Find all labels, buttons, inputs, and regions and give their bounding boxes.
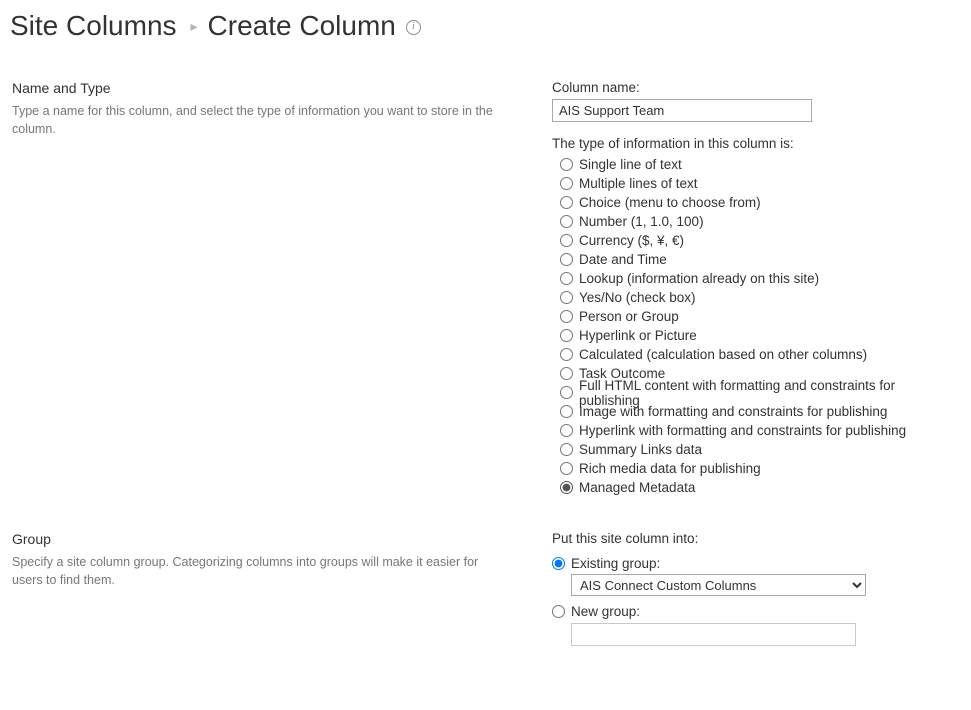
type-radio[interactable] [560,424,573,437]
type-option: Number (1, 1.0, 100) [560,212,953,231]
type-radio-label[interactable]: Image with formatting and constraints fo… [579,404,887,419]
type-radio[interactable] [560,310,573,323]
type-radio-label[interactable]: Choice (menu to choose from) [579,195,761,210]
type-radio[interactable] [560,367,573,380]
column-name-input[interactable] [552,99,812,122]
type-radio[interactable] [560,348,573,361]
type-option: Lookup (information already on this site… [560,269,953,288]
type-option: Person or Group [560,307,953,326]
existing-group-select[interactable]: AIS Connect Custom Columns [571,574,866,596]
new-group-radio[interactable] [552,605,565,618]
type-radio[interactable] [560,405,573,418]
type-radio[interactable] [560,443,573,456]
type-radio[interactable] [560,481,573,494]
info-icon[interactable]: i [406,20,421,35]
type-option: Full HTML content with formatting and co… [560,383,953,402]
name-type-heading: Name and Type [12,80,512,96]
type-option: Yes/No (check box) [560,288,953,307]
type-radio[interactable] [560,253,573,266]
type-radio-label[interactable]: Lookup (information already on this site… [579,271,819,286]
type-radio-label[interactable]: Currency ($, ¥, €) [579,233,684,248]
column-name-label: Column name: [552,80,953,95]
type-radio-label[interactable]: Multiple lines of text [579,176,698,191]
type-radio[interactable] [560,158,573,171]
type-radio-label[interactable]: Person or Group [579,309,679,324]
type-radio[interactable] [560,462,573,475]
group-put-into-label: Put this site column into: [552,531,953,546]
section-group: Group Specify a site column group. Categ… [12,531,953,646]
type-radio-label[interactable]: Hyperlink with formatting and constraint… [579,423,906,438]
type-option: Currency ($, ¥, €) [560,231,953,250]
type-radio-label[interactable]: Full HTML content with formatting and co… [579,378,953,408]
type-option: Hyperlink with formatting and constraint… [560,421,953,440]
type-radio-label[interactable]: Managed Metadata [579,480,695,495]
existing-group-label[interactable]: Existing group: [571,556,660,571]
type-option: Summary Links data [560,440,953,459]
page-header: Site Columns ▸ Create Column i [10,10,953,42]
type-radio[interactable] [560,177,573,190]
group-heading: Group [12,531,512,547]
new-group-input[interactable] [571,623,856,646]
type-option: Choice (menu to choose from) [560,193,953,212]
type-radio[interactable] [560,215,573,228]
column-type-label: The type of information in this column i… [552,136,953,151]
type-radio-label[interactable]: Calculated (calculation based on other c… [579,347,867,362]
group-description: Specify a site column group. Categorizin… [12,553,512,589]
type-radio[interactable] [560,234,573,247]
type-option: Single line of text [560,155,953,174]
name-type-description: Type a name for this column, and select … [12,102,512,138]
existing-group-radio[interactable] [552,557,565,570]
type-radio[interactable] [560,291,573,304]
type-radio[interactable] [560,386,573,399]
page-title: Create Column [208,10,396,42]
type-radio-label[interactable]: Yes/No (check box) [579,290,696,305]
type-option: Multiple lines of text [560,174,953,193]
type-option: Date and Time [560,250,953,269]
type-radio-label[interactable]: Hyperlink or Picture [579,328,697,343]
section-name-and-type: Name and Type Type a name for this colum… [12,80,953,497]
type-option: Rich media data for publishing [560,459,953,478]
type-option: Calculated (calculation based on other c… [560,345,953,364]
type-option: Managed Metadata [560,478,953,497]
new-group-label[interactable]: New group: [571,604,640,619]
breadcrumb-site-columns[interactable]: Site Columns [10,10,177,42]
type-radio-label[interactable]: Summary Links data [579,442,702,457]
type-radio-label[interactable]: Single line of text [579,157,682,172]
column-type-radiolist: Single line of text Multiple lines of tex… [560,155,953,497]
type-option: Hyperlink or Picture [560,326,953,345]
type-radio-label[interactable]: Rich media data for publishing [579,461,761,476]
type-radio[interactable] [560,329,573,342]
type-radio[interactable] [560,272,573,285]
type-radio-label[interactable]: Number (1, 1.0, 100) [579,214,704,229]
type-radio[interactable] [560,196,573,209]
type-radio-label[interactable]: Date and Time [579,252,667,267]
breadcrumb-separator-icon: ▸ [191,12,198,40]
